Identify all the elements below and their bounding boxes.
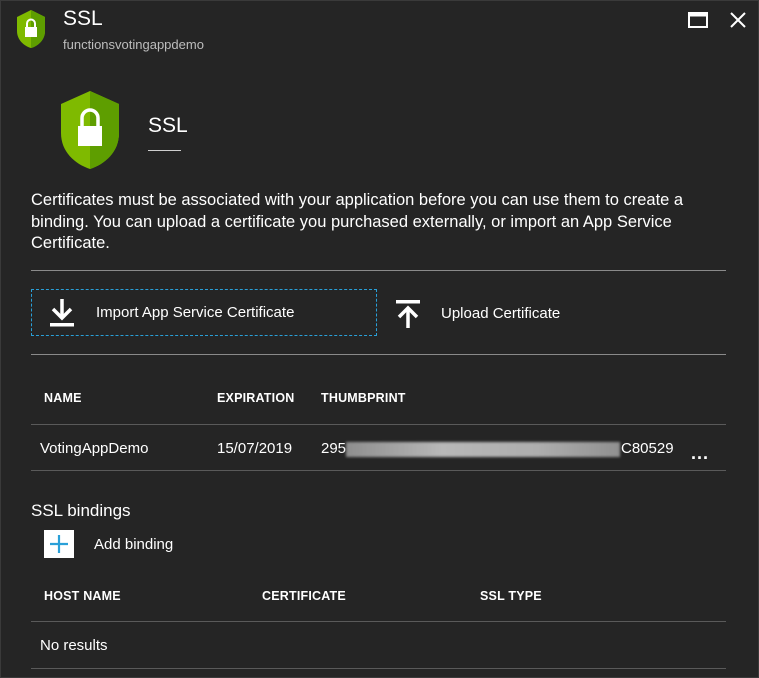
certificate-name: VotingAppDemo bbox=[40, 440, 149, 457]
ellipsis-icon[interactable]: ... bbox=[691, 443, 709, 464]
hero-title: SSL bbox=[148, 114, 188, 137]
description-text: Certificates must be associated with you… bbox=[31, 191, 684, 252]
hero-underline bbox=[148, 150, 181, 151]
close-icon[interactable] bbox=[727, 9, 749, 31]
import-certificate-button[interactable]: Import App Service Certificate bbox=[31, 289, 377, 336]
ssl-blade: SSL functionsvotingappdemo SSL Certifica… bbox=[0, 0, 759, 678]
table-divider bbox=[31, 621, 726, 622]
table-divider bbox=[31, 470, 726, 471]
empty-results-text: No results bbox=[40, 637, 108, 654]
import-certificate-label: Import App Service Certificate bbox=[96, 304, 295, 321]
column-header-name[interactable]: NAME bbox=[44, 391, 82, 405]
thumbprint-redaction bbox=[346, 442, 620, 457]
column-header-host-name[interactable]: HOST NAME bbox=[44, 589, 121, 603]
shield-lock-icon bbox=[17, 10, 45, 48]
download-arrow-icon bbox=[50, 298, 74, 326]
add-binding-icon-box[interactable] bbox=[44, 530, 74, 558]
certificate-expiration: 15/07/2019 bbox=[217, 440, 293, 457]
blade-subtitle: functionsvotingappdemo bbox=[63, 37, 204, 52]
divider bbox=[31, 354, 726, 355]
upload-certificate-label: Upload Certificate bbox=[441, 305, 561, 322]
upload-arrow-icon bbox=[396, 299, 420, 328]
column-header-certificate[interactable]: CERTIFICATE bbox=[262, 589, 346, 603]
table-divider bbox=[31, 424, 726, 425]
maximize-icon[interactable] bbox=[687, 9, 709, 31]
divider bbox=[31, 270, 726, 271]
add-binding-label[interactable]: Add binding bbox=[94, 536, 173, 553]
upload-certificate-button[interactable]: Upload Certificate bbox=[389, 290, 689, 337]
ssl-bindings-title: SSL bindings bbox=[31, 501, 131, 520]
blade-title: SSL bbox=[63, 7, 103, 30]
thumbprint-end: C80529 bbox=[621, 440, 674, 457]
shield-lock-icon bbox=[61, 91, 119, 169]
column-header-expiration[interactable]: EXPIRATION bbox=[217, 391, 294, 405]
table-divider bbox=[31, 668, 726, 669]
plus-icon bbox=[50, 535, 68, 553]
column-header-thumbprint[interactable]: THUMBPRINT bbox=[321, 391, 406, 405]
thumbprint-start: 295 bbox=[321, 440, 347, 457]
blade-titlebar: SSL functionsvotingappdemo bbox=[1, 1, 758, 61]
column-header-ssl-type[interactable]: SSL TYPE bbox=[480, 589, 542, 603]
